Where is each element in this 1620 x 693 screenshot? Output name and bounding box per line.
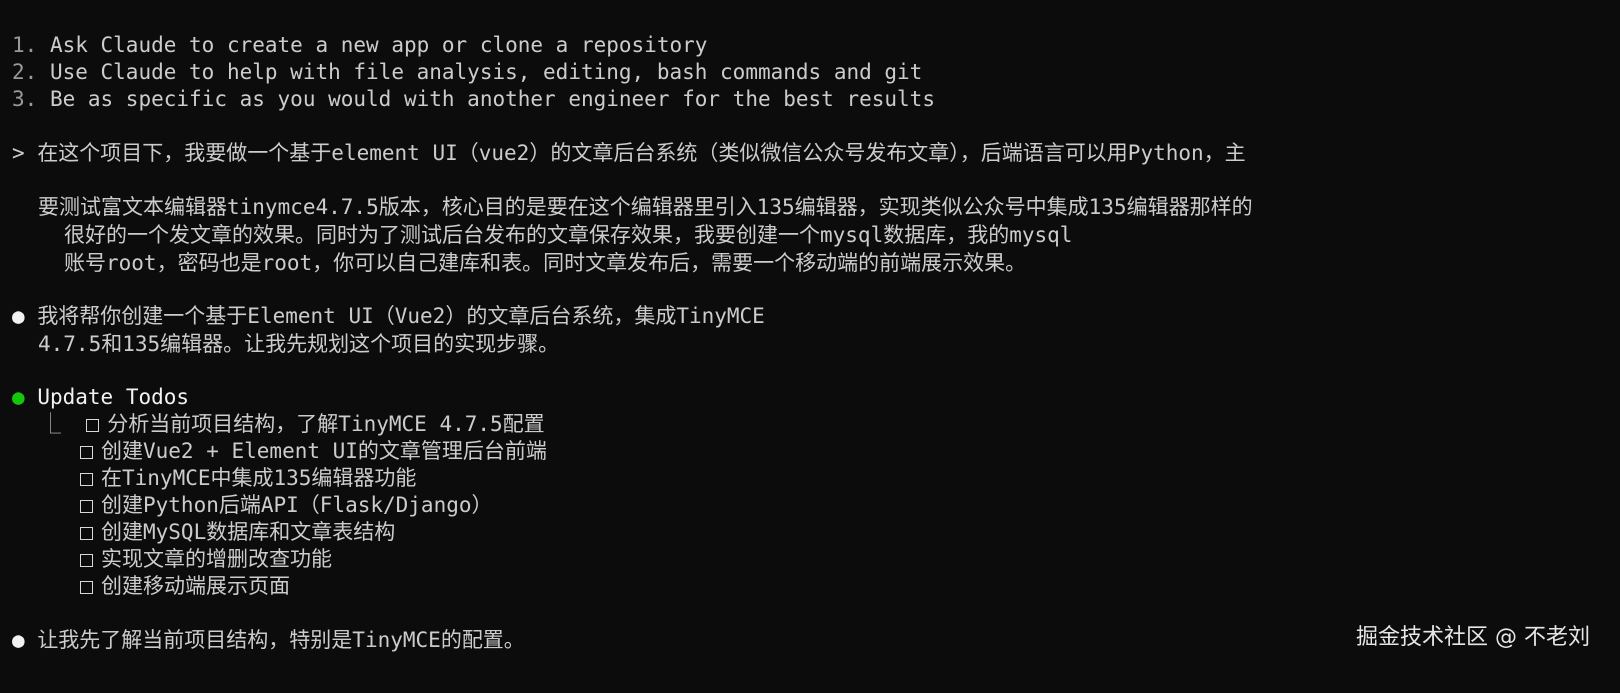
tip-text: Be as specific as you would with another… bbox=[49, 87, 935, 111]
todo-item: 创建MySQL数据库和文章表结构 bbox=[80, 518, 395, 546]
todo-text: 分析当前项目结构，了解TinyMCE 4.7.5配置 bbox=[107, 412, 545, 436]
tip-item-1: 1. Ask Claude to create a new app or clo… bbox=[12, 31, 707, 59]
todos-title: Update Todos bbox=[37, 385, 190, 409]
todo-text: 创建Vue2 + Element UI的文章管理后台前端 bbox=[101, 439, 547, 463]
terminal-window: 1. Ask Claude to create a new app or clo… bbox=[0, 0, 1620, 693]
todo-item: 在TinyMCE中集成135编辑器功能 bbox=[80, 464, 416, 492]
assistant-reply-line-1: ● 我将帮你创建一个基于Element UI（Vue2）的文章后台系统，集成Ti… bbox=[12, 302, 765, 330]
tip-number: 3. bbox=[12, 87, 38, 111]
user-prompt-line-4: 账号root，密码也是root，你可以自己建库和表。同时文章发布后，需要一个移动… bbox=[64, 251, 1027, 275]
todo-item: 创建Vue2 + Element UI的文章管理后台前端 bbox=[80, 437, 547, 465]
tip-number: 1. bbox=[12, 33, 38, 57]
checkbox-empty-icon bbox=[80, 581, 93, 594]
tip-number: 2. bbox=[12, 60, 38, 84]
todo-item: 创建Python后端API（Flask/Django） bbox=[80, 491, 493, 519]
final-reply-text: 让我先了解当前项目结构，特别是TinyMCE的配置。 bbox=[37, 628, 525, 652]
todo-item: 创建移动端展示页面 bbox=[80, 572, 290, 600]
tree-branch-icon: ⎿ bbox=[40, 412, 61, 436]
todo-text: 创建移动端展示页面 bbox=[101, 574, 290, 598]
tip-text: Use Claude to help with file analysis, e… bbox=[49, 60, 923, 84]
final-reply-line: ● 让我先了解当前项目结构，特别是TinyMCE的配置。 bbox=[12, 626, 525, 654]
tip-text: Ask Claude to create a new app or clone … bbox=[49, 33, 708, 57]
todo-item: ⎿ 分析当前项目结构，了解TinyMCE 4.7.5配置 bbox=[40, 410, 545, 438]
watermark-text: 掘金技术社区 @ 不老刘 bbox=[1356, 625, 1590, 650]
todo-text: 创建Python后端API（Flask/Django） bbox=[101, 493, 493, 517]
reply-bullet-icon: ● bbox=[12, 628, 25, 652]
todo-text: 在TinyMCE中集成135编辑器功能 bbox=[101, 466, 417, 490]
todo-item: 实现文章的增删改查功能 bbox=[80, 545, 332, 573]
user-prompt-text: 在这个项目下，我要做一个基于element UI（vue2）的文章后台系统（类似… bbox=[37, 141, 1246, 165]
todo-text: 实现文章的增删改查功能 bbox=[101, 547, 332, 571]
checkbox-empty-icon bbox=[80, 500, 93, 513]
user-prompt-line-1: > 在这个项目下，我要做一个基于element UI（vue2）的文章后台系统（… bbox=[12, 139, 1246, 167]
checkbox-empty-icon bbox=[80, 527, 93, 540]
reply-bullet-icon: ● bbox=[12, 304, 25, 328]
todos-header: ● Update Todos bbox=[12, 383, 189, 411]
assistant-reply-text: 我将帮你创建一个基于Element UI（Vue2）的文章后台系统，集成Tiny… bbox=[37, 304, 765, 328]
checkbox-empty-icon bbox=[80, 446, 93, 459]
prompt-symbol: > bbox=[12, 141, 25, 165]
tip-item-2: 2. Use Claude to help with file analysis… bbox=[12, 58, 922, 86]
assistant-reply-line-2: 4.7.5和135编辑器。让我先规划这个项目的实现步骤。 bbox=[38, 332, 560, 356]
checkbox-empty-icon bbox=[80, 473, 93, 486]
checkbox-empty-icon bbox=[80, 554, 93, 567]
checkbox-empty-icon bbox=[86, 419, 100, 432]
todo-text: 创建MySQL数据库和文章表结构 bbox=[101, 520, 396, 544]
user-prompt-line-2: 要测试富文本编辑器tinymce4.7.5版本，核心目的是要在这个编辑器里引入1… bbox=[38, 195, 1253, 219]
todo-bullet-icon: ● bbox=[12, 385, 25, 409]
tip-item-3: 3. Be as specific as you would with anot… bbox=[12, 85, 935, 113]
user-prompt-line-3: 很好的一个发文章的效果。同时为了测试后台发布的文章保存效果，我要创建一个mysq… bbox=[64, 223, 1073, 247]
